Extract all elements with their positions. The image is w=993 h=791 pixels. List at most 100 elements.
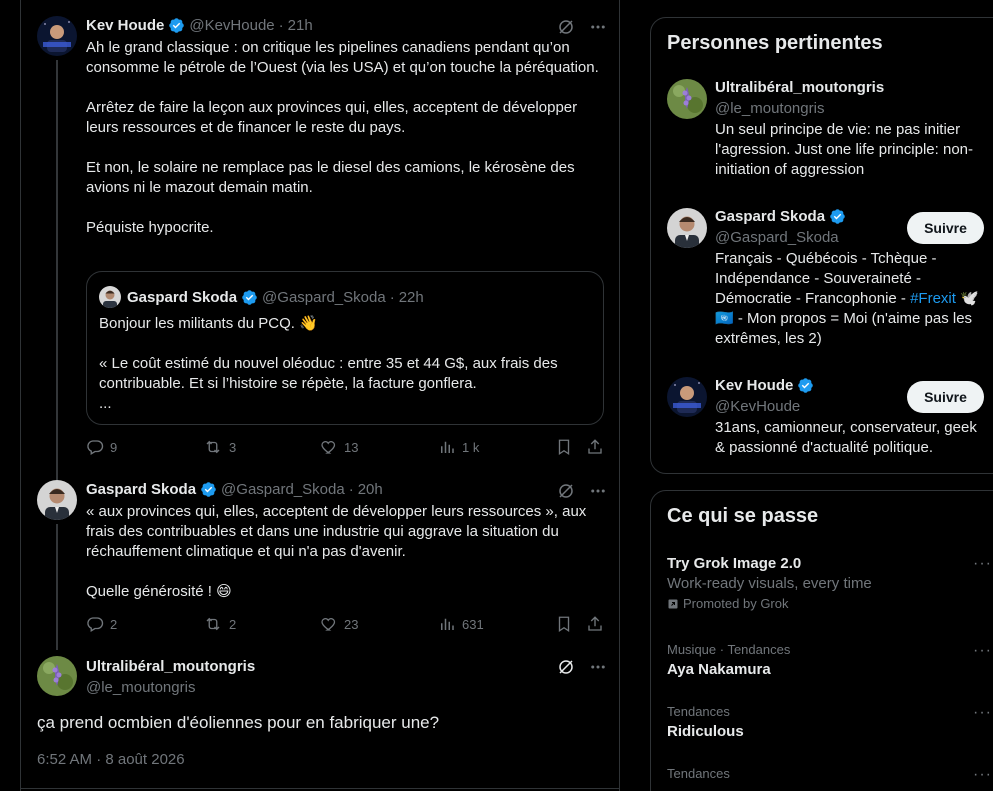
trend-title: Ridiculous <box>667 723 744 740</box>
like-button[interactable]: 23 <box>320 615 358 633</box>
author-handle[interactable]: @le_moutongris <box>86 679 195 696</box>
promoted-icon <box>668 599 678 608</box>
trend-item[interactable]: Tendances Ridiculous ··· <box>667 704 992 740</box>
thread-line <box>56 60 58 472</box>
person-bio: Français - Québécois - Tchèque - Indépen… <box>715 249 985 349</box>
heart-icon <box>321 618 336 631</box>
trend-category: Tendances <box>667 766 730 781</box>
person-bio: 31ans, camionneur, conservateur, geek & … <box>715 419 977 456</box>
person-card[interactable]: Gaspard Skoda @Gaspard_Skoda Français - … <box>651 208 993 358</box>
share-icon <box>588 439 602 454</box>
avatar[interactable] <box>37 16 77 56</box>
author-name[interactable]: Kev Houde <box>86 17 164 34</box>
reply-icon <box>87 440 104 455</box>
tweet-actions: 2 2 23 631 <box>86 614 606 634</box>
tweet-text: « aux provinces qui, elles, acceptent de… <box>86 503 587 600</box>
like-button[interactable]: 13 <box>320 438 358 456</box>
grok-icon[interactable] <box>557 482 575 500</box>
trend-item[interactable]: Musique · Tendances Aya Nakamura ··· <box>667 642 992 678</box>
avatar[interactable] <box>667 79 707 119</box>
separator-dot: · <box>389 288 395 306</box>
avatar <box>99 286 121 308</box>
divider <box>21 788 619 789</box>
more-icon[interactable] <box>589 482 607 500</box>
bookmark-icon <box>558 439 570 456</box>
quote-text: Bonjour les militants du PCQ. 👋 « Le coû… <box>99 315 558 412</box>
more-icon[interactable]: ··· <box>973 555 992 573</box>
share-button[interactable] <box>586 438 604 456</box>
view-count: 1 k <box>462 439 480 455</box>
repost-button[interactable]: 3 <box>203 438 236 456</box>
author-handle[interactable]: @KevHoude <box>189 17 274 34</box>
author-handle[interactable]: @Gaspard_Skoda <box>221 481 345 498</box>
more-icon[interactable] <box>589 658 607 676</box>
trend-item[interactable]: Try Grok Image 2.0 Work-ready visuals, e… <box>667 555 992 611</box>
like-count: 23 <box>344 616 359 632</box>
avatar[interactable] <box>37 480 77 520</box>
follow-button[interactable]: Suivre <box>907 212 984 244</box>
tweet-timestamp[interactable]: 6:52 AM · 8 août 2026 <box>37 751 185 768</box>
tweet-time[interactable]: 21h <box>288 17 313 34</box>
avatar[interactable] <box>37 656 77 696</box>
more-icon[interactable] <box>589 18 607 36</box>
focused-tweet[interactable]: Ultralibéral_moutongris @le_moutongris ç… <box>21 650 619 791</box>
reply-count: 9 <box>110 439 118 455</box>
like-count: 13 <box>344 439 359 455</box>
promoted-label: Promoted by Grok <box>667 596 992 611</box>
author-name[interactable]: Gaspard Skoda <box>86 481 196 498</box>
timeline-column: Kev Houde @KevHoude · 21h Ah le grand cl… <box>20 0 620 791</box>
trend-subtitle: Work-ready visuals, every time <box>667 575 872 592</box>
more-icon[interactable]: ··· <box>973 766 992 784</box>
reply-count: 2 <box>110 616 118 632</box>
share-button[interactable] <box>586 615 604 633</box>
bookmark-button[interactable] <box>555 615 573 633</box>
more-icon[interactable]: ··· <box>973 704 992 722</box>
views-button[interactable]: 1 k <box>438 438 479 456</box>
promoted-text: Promoted by Grok <box>683 596 789 611</box>
verified-icon <box>169 18 185 33</box>
repost-icon <box>206 440 220 454</box>
trend-category: Tendances <box>667 704 730 719</box>
grok-icon[interactable] <box>557 18 575 36</box>
reply-button[interactable]: 2 <box>86 615 117 633</box>
bio-text: Français - Québécois - Tchèque - Indépen… <box>715 250 937 307</box>
heart-icon <box>321 441 336 454</box>
person-handle[interactable]: @le_moutongris <box>715 100 824 117</box>
relevant-people-panel: Personnes pertinentes Ultralibéral_mouto… <box>650 17 993 474</box>
tweet-gaspard-skoda[interactable]: Gaspard Skoda @Gaspard_Skoda · 20h « aux… <box>21 470 619 650</box>
avatar[interactable] <box>667 208 707 248</box>
trend-item[interactable]: Tendances ··· <box>667 766 992 785</box>
views-button[interactable]: 631 <box>438 615 484 633</box>
verified-icon <box>798 378 814 393</box>
quote-author-handle: @Gaspard_Skoda <box>262 288 386 306</box>
reply-icon <box>87 617 104 632</box>
hashtag-link[interactable]: #Frexit <box>910 290 956 307</box>
person-name[interactable]: Kev Houde <box>715 377 793 394</box>
author-name[interactable]: Ultralibéral_moutongris <box>86 658 255 675</box>
person-name[interactable]: Gaspard Skoda <box>715 208 825 225</box>
thread-line <box>56 524 58 650</box>
tweet-time[interactable]: 20h <box>358 481 383 498</box>
bookmark-button[interactable] <box>555 438 573 456</box>
repost-count: 2 <box>229 616 237 632</box>
grok-icon[interactable] <box>557 658 575 676</box>
avatar[interactable] <box>667 377 707 417</box>
separator-dot: · <box>348 481 354 498</box>
quoted-tweet[interactable]: Gaspard Skoda @Gaspard_Skoda · 22h Bonjo… <box>86 271 604 425</box>
person-handle[interactable]: @KevHoude <box>715 398 800 415</box>
person-card[interactable]: Ultralibéral_moutongris @le_moutongris U… <box>651 79 993 189</box>
reply-button[interactable]: 9 <box>86 438 117 456</box>
views-icon <box>441 618 454 630</box>
quote-author-name: Gaspard Skoda <box>127 288 238 306</box>
person-handle[interactable]: @Gaspard_Skoda <box>715 229 839 246</box>
more-icon[interactable]: ··· <box>973 642 992 660</box>
trend-title: Try Grok Image 2.0 <box>667 555 802 572</box>
follow-button[interactable]: Suivre <box>907 381 984 413</box>
person-name[interactable]: Ultralibéral_moutongris <box>715 79 884 96</box>
person-card[interactable]: Kev Houde @KevHoude 31ans, camionneur, c… <box>651 377 993 467</box>
tweet-kev-houde[interactable]: Kev Houde @KevHoude · 21h Ah le grand cl… <box>21 0 619 472</box>
whats-happening-panel: Ce qui se passe Try Grok Image 2.0 Work-… <box>650 490 993 791</box>
repost-button[interactable]: 2 <box>203 615 236 633</box>
trend-category: Musique · Tendances <box>667 642 791 657</box>
view-count: 631 <box>462 616 484 632</box>
